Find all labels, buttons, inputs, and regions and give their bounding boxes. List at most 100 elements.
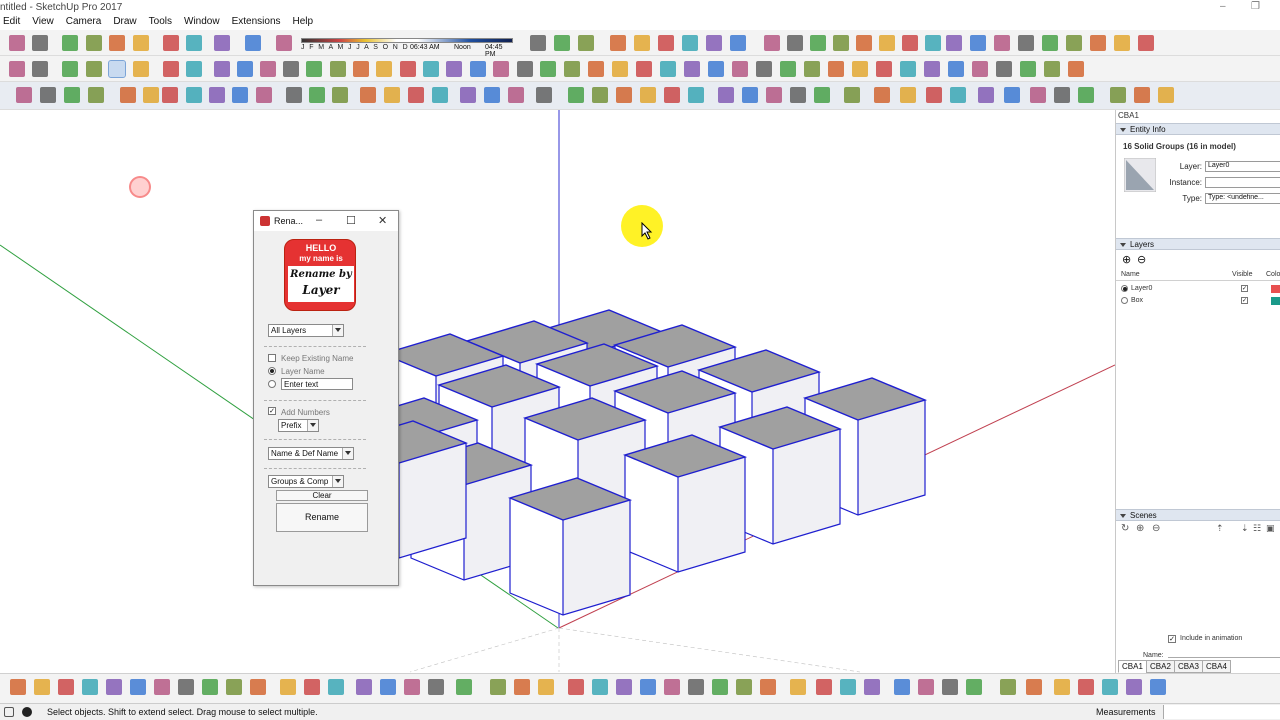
bottom-tool-icon-28[interactable] bbox=[688, 679, 704, 695]
toolbar1-tool-icon-19[interactable] bbox=[706, 35, 722, 51]
toolbar3-tool-icon-34[interactable] bbox=[844, 87, 860, 103]
name-mode-select[interactable]: Name & Def Name bbox=[268, 447, 354, 460]
solid-group-cube[interactable] bbox=[507, 477, 633, 616]
bottom-tool-icon-45[interactable] bbox=[1126, 679, 1142, 695]
toolbar2-tool-icon-6[interactable] bbox=[133, 61, 149, 77]
toolbar1-tool-icon-24[interactable] bbox=[833, 35, 849, 51]
toolbar1-tool-icon-22[interactable] bbox=[787, 35, 803, 51]
column-name[interactable]: Name bbox=[1121, 271, 1140, 278]
toolbar3-tool-icon-39[interactable] bbox=[978, 87, 994, 103]
delete-layer-icon[interactable]: ⊖ bbox=[1137, 253, 1146, 266]
bottom-tool-icon-42[interactable] bbox=[1054, 679, 1070, 695]
toolbar1-tool-icon-5[interactable] bbox=[109, 35, 125, 51]
bottom-tool-icon-8[interactable] bbox=[178, 679, 194, 695]
toolbar3-tool-icon-9[interactable] bbox=[209, 87, 225, 103]
bottom-tool-icon-29[interactable] bbox=[712, 679, 728, 695]
current-layer-radio[interactable] bbox=[1121, 285, 1128, 292]
toolbar2-tool-icon-31[interactable] bbox=[732, 61, 748, 77]
toolbar1-tool-icon-33[interactable] bbox=[1042, 35, 1058, 51]
toolbar1-tool-icon-16[interactable] bbox=[634, 35, 650, 51]
tray-tab-cba3[interactable]: CBA3 bbox=[1174, 660, 1203, 673]
toolbar3-tool-icon-42[interactable] bbox=[1054, 87, 1070, 103]
tray-tab-cba2[interactable]: CBA2 bbox=[1146, 660, 1175, 673]
tray-tab-cba1[interactable]: CBA1 bbox=[1118, 660, 1147, 673]
toolbar2-tool-icon-8[interactable] bbox=[186, 61, 202, 77]
menu-extensions[interactable]: Extensions bbox=[226, 15, 287, 30]
toolbar2-tool-icon-28[interactable] bbox=[660, 61, 676, 77]
bottom-tool-icon-38[interactable] bbox=[942, 679, 958, 695]
toolbar3-tool-icon-19[interactable] bbox=[460, 87, 476, 103]
clear-button[interactable]: Clear bbox=[276, 490, 368, 501]
bottom-tool-icon-23[interactable] bbox=[568, 679, 584, 695]
details-icon[interactable]: ▣ bbox=[1266, 523, 1275, 534]
restore-window-button[interactable]: ❐ bbox=[1251, 1, 1260, 12]
toolbar2-tool-icon-15[interactable] bbox=[353, 61, 369, 77]
toolbar3-tool-icon-3[interactable] bbox=[64, 87, 80, 103]
toolbar2-tool-icon-45[interactable] bbox=[1068, 61, 1084, 77]
toolbar2-tool-icon-16[interactable] bbox=[376, 61, 392, 77]
toolbar3-tool-icon-17[interactable] bbox=[408, 87, 424, 103]
toolbar1-tool-icon-20[interactable] bbox=[730, 35, 746, 51]
bottom-tool-icon-32[interactable] bbox=[790, 679, 806, 695]
entity-info-header[interactable]: Entity Info bbox=[1116, 123, 1280, 135]
view-options-icon[interactable]: ☷ bbox=[1253, 523, 1261, 534]
delete-scene-icon[interactable]: ⊖ bbox=[1152, 523, 1160, 534]
bottom-tool-icon-14[interactable] bbox=[328, 679, 344, 695]
toolbar3-tool-icon-15[interactable] bbox=[360, 87, 376, 103]
toolbar2-tool-icon-42[interactable] bbox=[996, 61, 1012, 77]
toolbar1-tool-icon-1[interactable] bbox=[9, 35, 25, 51]
toolbar2-tool-icon-7[interactable] bbox=[163, 61, 179, 77]
toolbar2-tool-icon-40[interactable] bbox=[948, 61, 964, 77]
bottom-tool-icon-15[interactable] bbox=[356, 679, 372, 695]
toolbar2-tool-icon-19[interactable] bbox=[446, 61, 462, 77]
type-select[interactable]: Type: <undefine... bbox=[1205, 193, 1280, 204]
shadow-time-bar[interactable] bbox=[301, 38, 513, 43]
toolbar3-tool-icon-5[interactable] bbox=[120, 87, 136, 103]
toolbar3-tool-icon-6[interactable] bbox=[143, 87, 159, 103]
toolbar3-tool-icon-18[interactable] bbox=[432, 87, 448, 103]
toolbar1-tool-icon-27[interactable] bbox=[902, 35, 918, 51]
layer-color-swatch[interactable] bbox=[1271, 285, 1280, 293]
toolbar2-tool-icon-18[interactable] bbox=[423, 61, 439, 77]
toolbar1-tool-icon-3[interactable] bbox=[62, 35, 78, 51]
bottom-tool-icon-30[interactable] bbox=[736, 679, 752, 695]
toolbar1-tool-icon-6[interactable] bbox=[133, 35, 149, 51]
toolbar1-tool-icon-23[interactable] bbox=[810, 35, 826, 51]
toolbar1-tool-icon-11[interactable] bbox=[276, 35, 292, 51]
toolbar1-tool-icon-21[interactable] bbox=[764, 35, 780, 51]
menu-window[interactable]: Window bbox=[178, 15, 226, 30]
bottom-tool-icon-12[interactable] bbox=[280, 679, 296, 695]
toolbar3-tool-icon-31[interactable] bbox=[766, 87, 782, 103]
toolbar3-tool-icon-13[interactable] bbox=[309, 87, 325, 103]
minimize-window-button[interactable]: – bbox=[1220, 1, 1226, 12]
toolbar2-tool-icon-32[interactable] bbox=[756, 61, 772, 77]
bottom-tool-icon-25[interactable] bbox=[616, 679, 632, 695]
toolbar3-tool-icon-20[interactable] bbox=[484, 87, 500, 103]
enter-text-radio[interactable] bbox=[268, 380, 276, 388]
toolbar3-tool-icon-11[interactable] bbox=[256, 87, 272, 103]
toolbar1-tool-icon-26[interactable] bbox=[879, 35, 895, 51]
scene-up-icon[interactable]: ⇡ bbox=[1216, 523, 1224, 534]
toolbar1-tool-icon-30[interactable] bbox=[970, 35, 986, 51]
bottom-tool-icon-20[interactable] bbox=[490, 679, 506, 695]
dialog-close-button[interactable]: ✕ bbox=[378, 214, 387, 227]
enter-text-input[interactable]: Enter text bbox=[281, 378, 353, 390]
toolbar2-tool-icon-3[interactable] bbox=[62, 61, 78, 77]
toolbar3-tool-icon-10[interactable] bbox=[232, 87, 248, 103]
bottom-tool-icon-3[interactable] bbox=[58, 679, 74, 695]
bottom-tool-icon-39[interactable] bbox=[966, 679, 982, 695]
toolbar1-tool-icon-4[interactable] bbox=[86, 35, 102, 51]
bottom-tool-icon-31[interactable] bbox=[760, 679, 776, 695]
toolbar1-tool-icon-2[interactable] bbox=[32, 35, 48, 51]
bottom-tool-icon-21[interactable] bbox=[514, 679, 530, 695]
entity-type-select[interactable]: Groups & Comp bbox=[268, 475, 344, 488]
toolbar2-tool-icon-2[interactable] bbox=[32, 61, 48, 77]
toolbar2-tool-icon-5[interactable] bbox=[108, 60, 126, 78]
toolbar1-tool-icon-15[interactable] bbox=[610, 35, 626, 51]
dialog-maximize-button[interactable]: ☐ bbox=[346, 214, 356, 227]
toolbar3-tool-icon-27[interactable] bbox=[664, 87, 680, 103]
toolbar1-tool-icon-36[interactable] bbox=[1114, 35, 1130, 51]
toolbar1-tool-icon-34[interactable] bbox=[1066, 35, 1082, 51]
toolbar2-tool-icon-20[interactable] bbox=[470, 61, 486, 77]
toolbar2-tool-icon-35[interactable] bbox=[828, 61, 844, 77]
